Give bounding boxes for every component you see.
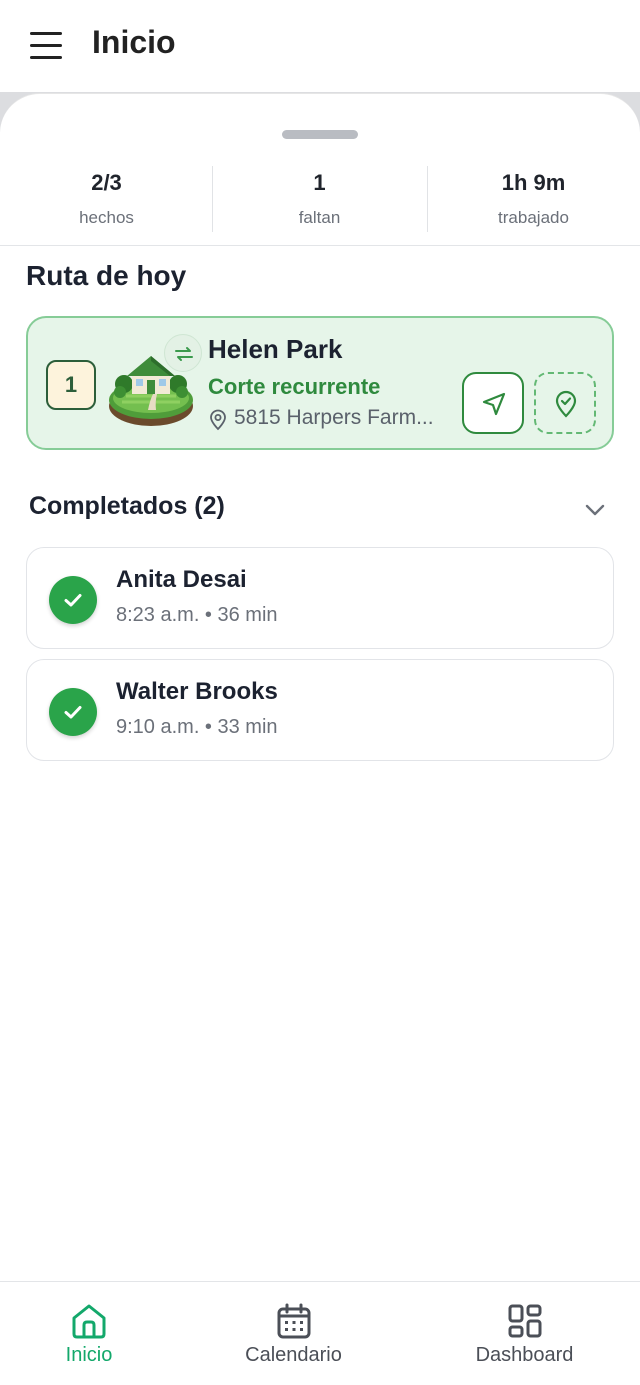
tab-label: Inicio bbox=[65, 1344, 113, 1366]
stat-worked: 1h 9m trabajado bbox=[427, 164, 640, 234]
route-stop-card[interactable]: 1 Helen Park Corte recurrente 5815 Harpe… bbox=[26, 316, 614, 450]
stat-label: faltan bbox=[298, 208, 341, 227]
tab-calendario[interactable]: Calendario bbox=[187, 1282, 400, 1385]
tab-label: Dashboard bbox=[475, 1344, 574, 1366]
check-in-pin-icon bbox=[555, 390, 577, 418]
stat-done: 2/3 hechos bbox=[0, 164, 213, 234]
completed-section-title: Completados (2) bbox=[29, 492, 225, 520]
stats-bar: 2/3 hechos 1 faltan 1h 9m trabajado bbox=[0, 164, 640, 246]
stat-remaining: 1 faltan bbox=[213, 164, 426, 234]
check-circle-icon bbox=[49, 576, 97, 624]
completed-time-duration: 9:10 a.m. • 33 min bbox=[116, 716, 278, 738]
calendar-icon bbox=[277, 1303, 310, 1339]
address-row: 5815 Harpers Farm... bbox=[208, 406, 458, 434]
page-title: Inicio bbox=[92, 24, 176, 60]
route-section-title: Ruta de hoy bbox=[26, 260, 187, 291]
stop-order-badge: 1 bbox=[46, 360, 96, 410]
completed-section-toggle[interactable]: Completados (2) bbox=[29, 490, 613, 530]
tab-label: Calendario bbox=[245, 1344, 342, 1366]
client-name: Helen Park bbox=[208, 334, 343, 364]
client-address: 5815 Harpers Farm... bbox=[234, 406, 434, 429]
recurring-icon bbox=[164, 334, 202, 372]
stat-value: 1 bbox=[313, 170, 326, 195]
stat-label: hechos bbox=[79, 208, 134, 227]
navigate-button[interactable] bbox=[462, 372, 524, 434]
hamburger-menu-icon[interactable] bbox=[26, 28, 66, 64]
service-type: Corte recurrente bbox=[208, 374, 381, 399]
stat-value: 2/3 bbox=[91, 170, 122, 195]
sheet-drag-handle[interactable] bbox=[282, 130, 358, 139]
completed-client-name: Anita Desai bbox=[116, 566, 247, 593]
dashboard-icon bbox=[508, 1304, 541, 1338]
location-pin-icon bbox=[210, 409, 226, 431]
stat-value: 1h 9m bbox=[501, 170, 566, 195]
stat-label: trabajado bbox=[498, 208, 569, 227]
navigate-icon bbox=[482, 392, 506, 416]
check-circle-icon bbox=[49, 688, 97, 736]
tab-dashboard[interactable]: Dashboard bbox=[418, 1282, 631, 1385]
bottom-sheet: 2/3 hechos 1 faltan 1h 9m trabajado Ruta… bbox=[0, 93, 640, 1281]
completed-client-name: Walter Brooks bbox=[116, 678, 278, 705]
chevron-down-icon bbox=[585, 504, 605, 516]
app-bar: Inicio bbox=[0, 0, 640, 92]
completed-time-duration: 8:23 a.m. • 36 min bbox=[116, 604, 278, 626]
home-icon bbox=[72, 1304, 106, 1339]
check-in-button[interactable] bbox=[534, 372, 596, 434]
completed-job-card[interactable]: Anita Desai 8:23 a.m. • 36 min bbox=[26, 547, 614, 649]
bottom-navigation: Inicio Calendario Dashboard bbox=[0, 1281, 640, 1385]
tab-inicio[interactable]: Inicio bbox=[0, 1282, 178, 1385]
completed-job-card[interactable]: Walter Brooks 9:10 a.m. • 33 min bbox=[26, 659, 614, 761]
